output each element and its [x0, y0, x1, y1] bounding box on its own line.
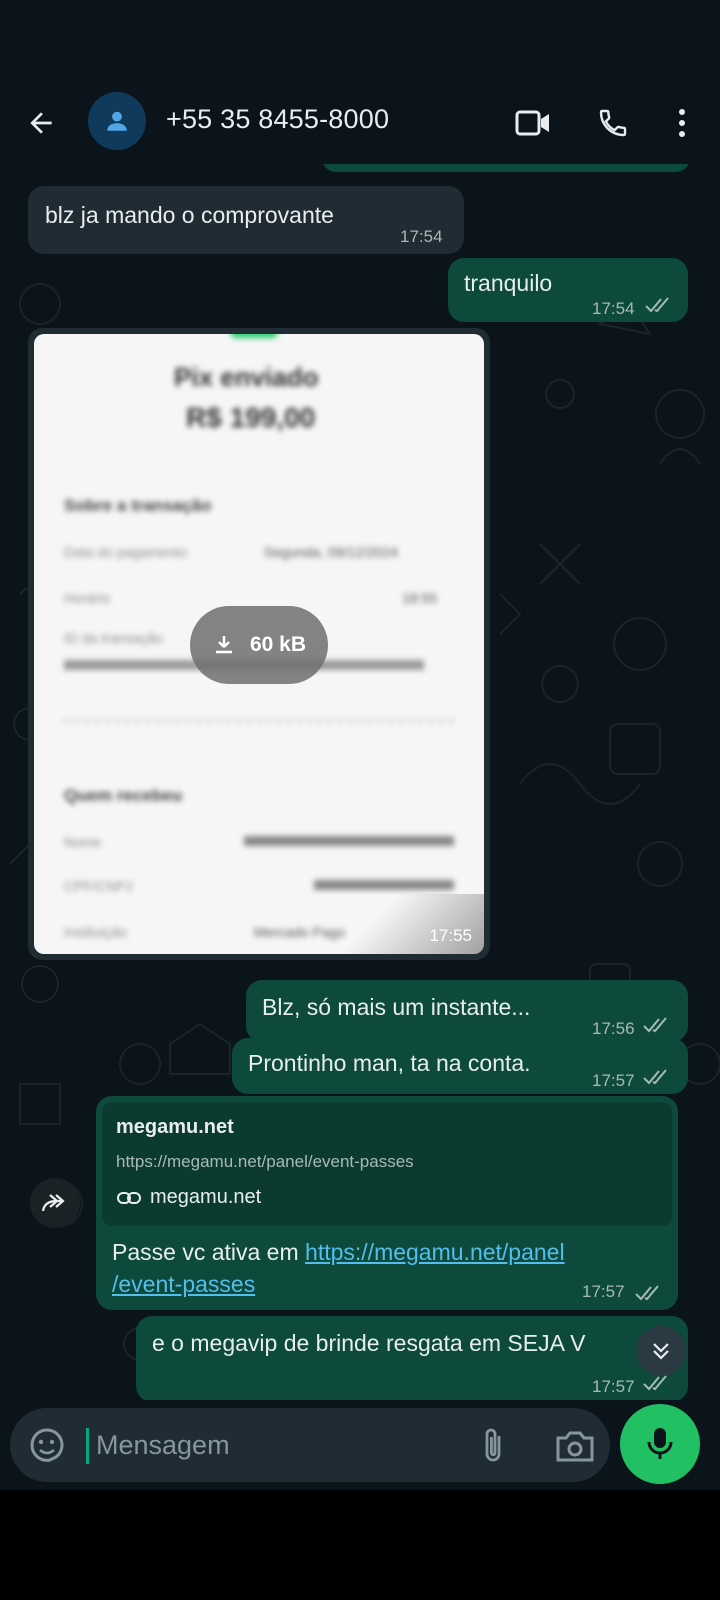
video-call-icon[interactable]	[508, 100, 558, 146]
message-text: tranquilo	[464, 270, 553, 296]
message-text: blz ja mando o comprovante	[45, 202, 334, 228]
scroll-to-bottom-button[interactable]	[636, 1326, 686, 1376]
status-bar	[0, 0, 720, 86]
link-preview-card[interactable]: megamu.net https://megamu.net/panel/even…	[102, 1102, 672, 1226]
more-vert-icon[interactable]	[662, 100, 702, 146]
avatar-person-icon	[107, 111, 127, 131]
double-check-icon	[643, 1017, 667, 1033]
message-time: 17:54	[592, 299, 635, 318]
receipt-image[interactable]: Pix enviado R$ 199,00 Sobre a transação …	[34, 334, 484, 954]
link-message[interactable]: megamu.net https://megamu.net/panel/even…	[96, 1096, 678, 1310]
mic-icon	[647, 1428, 673, 1459]
link-icon	[117, 1191, 141, 1204]
link-preview-domain: megamu.net	[150, 1186, 262, 1208]
message-text: Blz, só mais um instante...	[262, 994, 531, 1020]
phone-icon[interactable]	[590, 100, 636, 146]
message-time: 17:57	[582, 1282, 625, 1301]
sticker-icon[interactable]	[26, 1424, 68, 1466]
paperclip-icon[interactable]	[472, 1424, 516, 1468]
message-outgoing[interactable]: e o megavip de brinde resgata em SEJA V …	[136, 1316, 688, 1402]
message-text: Prontinho man, ta na conta.	[248, 1050, 531, 1076]
double-chevron-down-icon	[653, 1343, 669, 1360]
message-time: 17:54	[400, 227, 443, 246]
download-icon	[215, 636, 232, 654]
link-preview-domain-row: megamu.net	[116, 1186, 261, 1209]
previous-message-edge	[322, 164, 690, 172]
message-text-prefix: Passe vc ativa em	[112, 1239, 306, 1265]
double-check-icon	[643, 1069, 667, 1085]
back-arrow-icon[interactable]	[18, 100, 64, 146]
message-text: e o megavip de brinde resgata em SEJA V	[152, 1330, 586, 1356]
double-check-icon	[635, 1285, 659, 1301]
double-check-icon	[645, 297, 669, 313]
chat-header: +55 35 8455-8000	[0, 86, 720, 164]
text-cursor	[86, 1428, 89, 1464]
message-composer	[0, 1400, 720, 1490]
chat-area[interactable]: blz ja mando o comprovante 17:54 tranqui…	[0, 164, 720, 1420]
download-button[interactable]: 60 kB	[190, 606, 328, 684]
image-message[interactable]: Pix enviado R$ 199,00 Sobre a transação …	[28, 328, 490, 960]
mic-button[interactable]	[620, 1404, 700, 1484]
forward-icon	[41, 1194, 65, 1212]
message-time: 17:57	[592, 1377, 635, 1396]
message-time: 17:55	[429, 926, 472, 945]
forward-button[interactable]	[30, 1178, 80, 1228]
download-size: 60 kB	[249, 633, 307, 656]
link-preview-title: megamu.net	[116, 1116, 234, 1138]
system-nav-bar	[0, 1490, 720, 1600]
message-outgoing[interactable]: Blz, só mais um instante... 17:56	[246, 980, 688, 1042]
message-incoming[interactable]: blz ja mando o comprovante 17:54	[28, 186, 464, 254]
contact-name[interactable]: +55 35 8455-8000	[166, 104, 389, 135]
message-outgoing[interactable]: Prontinho man, ta na conta. 17:57	[232, 1038, 688, 1094]
double-check-icon	[643, 1375, 667, 1391]
message-link[interactable]: https://megamu.net/panel	[305, 1239, 565, 1265]
link-preview-url: https://megamu.net/panel/event-passes	[116, 1152, 414, 1171]
message-text: Passe vc ativa em https://megamu.net/pan…	[112, 1236, 652, 1300]
message-link-continued[interactable]: /event-passes	[112, 1271, 255, 1297]
camera-icon[interactable]	[552, 1424, 598, 1468]
message-outgoing[interactable]: tranquilo 17:54	[448, 258, 688, 322]
message-time: 17:57	[592, 1071, 635, 1090]
message-input-box[interactable]	[10, 1408, 610, 1482]
message-input[interactable]	[96, 1422, 456, 1468]
avatar[interactable]	[88, 92, 146, 150]
